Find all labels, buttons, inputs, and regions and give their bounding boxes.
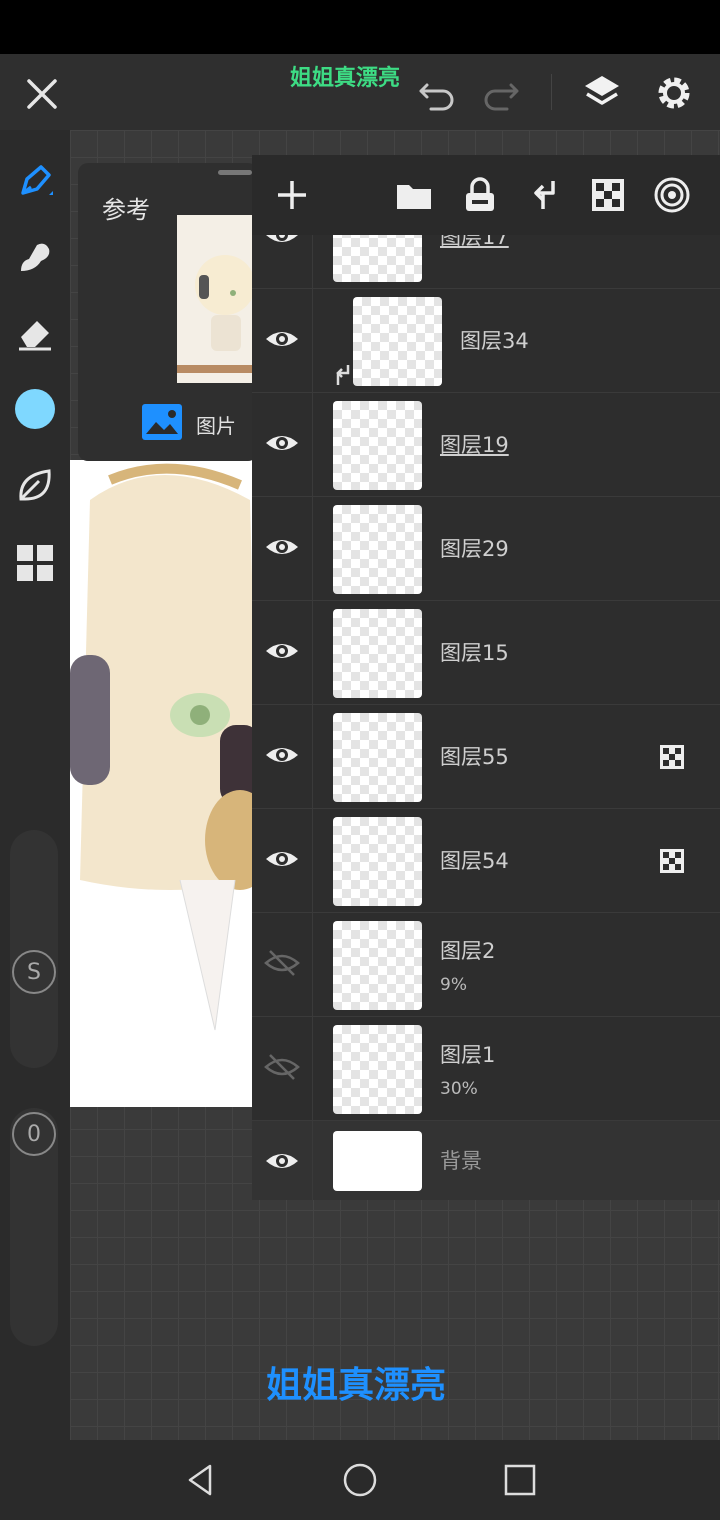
layer-thumbnail[interactable] <box>333 401 422 490</box>
layer-name: 图层17 <box>440 235 509 249</box>
layer-divider <box>312 601 313 704</box>
layer-opacity: 30% <box>440 1079 478 1099</box>
eye-icon[interactable] <box>264 841 300 877</box>
layer-row[interactable]: 图层29 <box>252 497 720 601</box>
layer-thumbnail[interactable] <box>333 921 422 1010</box>
layer-row[interactable]: 图层2 9% <box>252 913 720 1017</box>
opacity-slider-handle[interactable]: 0 <box>12 1112 56 1156</box>
layer-row[interactable]: 图层19 <box>252 393 720 497</box>
layer-thumbnail[interactable] <box>333 505 422 594</box>
layers-toolbar <box>252 155 720 235</box>
layers-panel: 图层17 图层34 图层19 图层29 图层15 图层55 图层54 图层2 9% 图层1 30% 背… <box>252 155 720 1200</box>
layer-row[interactable]: 图层15 <box>252 601 720 705</box>
layer-name: 图层55 <box>440 745 509 769</box>
eye-off-icon[interactable] <box>264 945 300 981</box>
eye-icon[interactable] <box>264 425 300 461</box>
back-icon[interactable] <box>176 1456 224 1504</box>
layer-row[interactable]: 图层55 <box>252 705 720 809</box>
reference-title: 参考 <box>102 196 150 224</box>
layer-row[interactable]: 图层54 <box>252 809 720 913</box>
eraser-icon <box>19 321 51 351</box>
add-icon[interactable] <box>270 173 314 217</box>
eye-off-icon[interactable] <box>264 1049 300 1085</box>
layer-name: 图层15 <box>440 641 509 665</box>
close-icon[interactable] <box>16 68 68 120</box>
image-icon[interactable] <box>140 402 184 442</box>
reference-image[interactable] <box>177 215 257 383</box>
recents-icon[interactable] <box>496 1456 544 1504</box>
color-swatch <box>15 389 55 429</box>
leaf-tool[interactable] <box>0 450 70 520</box>
layer-name: 图层29 <box>440 537 509 561</box>
layer-opacity: 9% <box>440 975 467 995</box>
grid-icon <box>17 545 53 581</box>
settings-icon[interactable] <box>648 66 700 120</box>
layer-thumbnail[interactable] <box>333 1025 422 1114</box>
color-tool[interactable] <box>0 374 70 444</box>
layer-name: 图层1 <box>440 1043 496 1067</box>
layer-thumbnail[interactable] <box>333 817 422 906</box>
brush-icon <box>21 165 53 195</box>
status-bar <box>0 0 720 54</box>
smudge-tool[interactable] <box>0 222 70 292</box>
layer-divider <box>312 705 313 808</box>
toolbar-divider <box>551 74 552 110</box>
watermark-top: 姐姐真漂亮 <box>290 66 401 91</box>
layer-name: 图层2 <box>440 939 496 963</box>
layer-name: 图层54 <box>440 849 509 873</box>
grid-tool[interactable] <box>0 528 70 598</box>
layer-name: 图层19 <box>440 433 509 457</box>
artwork-illustration <box>70 463 260 1031</box>
layer-thumbnail[interactable] <box>333 1131 422 1191</box>
redo-icon[interactable] <box>478 72 524 116</box>
layer-divider <box>312 289 313 392</box>
layer-divider <box>312 497 313 600</box>
lock-icon[interactable] <box>458 173 502 217</box>
eye-icon[interactable] <box>264 235 300 253</box>
eye-icon[interactable] <box>264 1143 300 1179</box>
layer-thumbnail[interactable] <box>333 713 422 802</box>
clip-arrow-icon <box>332 363 352 387</box>
reference-drag-handle[interactable] <box>218 170 252 175</box>
smudge-icon <box>21 243 50 271</box>
eye-icon[interactable] <box>264 321 300 357</box>
blend-icon[interactable] <box>650 173 694 217</box>
undo-icon[interactable] <box>414 72 460 116</box>
alpha-lock-icon[interactable] <box>586 173 630 217</box>
layers-icon[interactable] <box>576 66 628 120</box>
watermark-bottom: 姐姐真漂亮 <box>266 1365 447 1406</box>
layer-name: 背景 <box>440 1149 482 1173</box>
eye-icon[interactable] <box>264 633 300 669</box>
layer-thumbnail[interactable] <box>333 609 422 698</box>
alpha-lock-icon[interactable] <box>660 745 684 769</box>
alpha-lock-icon[interactable] <box>660 849 684 873</box>
eraser-tool[interactable] <box>0 298 70 368</box>
layer-row[interactable]: 背景 <box>252 1121 720 1200</box>
reference-image-label[interactable]: 图片 <box>196 410 236 439</box>
layer-list: 图层17 图层34 图层19 图层29 图层15 图层55 图层54 图层2 9% 图层1 30% 背… <box>252 235 720 1200</box>
clip-icon[interactable] <box>522 173 566 217</box>
layer-row[interactable]: 图层34 <box>252 289 720 393</box>
leaf-icon <box>19 469 51 501</box>
folder-icon[interactable] <box>392 173 436 217</box>
eye-icon[interactable] <box>264 529 300 565</box>
layer-divider <box>312 913 313 1016</box>
eye-icon[interactable] <box>264 737 300 773</box>
layer-divider <box>312 235 313 288</box>
brush-size-slider[interactable] <box>10 830 58 1068</box>
layer-name: 图层34 <box>460 329 529 353</box>
brush-tool[interactable] <box>0 146 70 216</box>
layer-divider <box>312 1017 313 1120</box>
layer-thumbnail[interactable] <box>333 235 422 282</box>
size-slider-handle[interactable]: S <box>12 950 56 994</box>
artwork-canvas[interactable] <box>70 460 260 1107</box>
layer-thumbnail[interactable] <box>353 297 442 386</box>
layer-divider <box>312 393 313 496</box>
layer-divider <box>312 1121 313 1200</box>
home-icon[interactable] <box>336 1456 384 1504</box>
layer-row[interactable]: 图层17 <box>252 235 720 289</box>
layer-row[interactable]: 图层1 30% <box>252 1017 720 1121</box>
layer-divider <box>312 809 313 912</box>
